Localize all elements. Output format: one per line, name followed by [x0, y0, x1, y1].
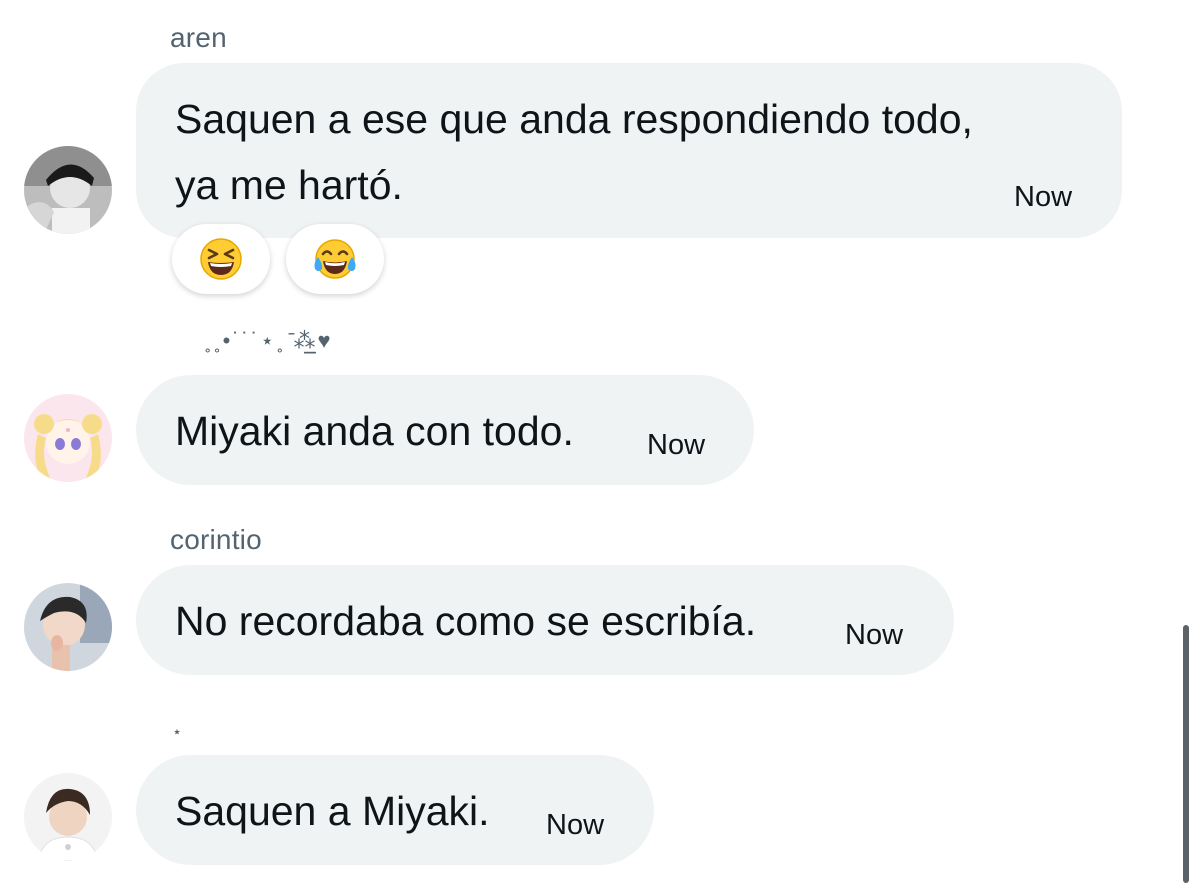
message-timestamp: Now: [647, 429, 706, 461]
message-timestamp: Now: [845, 619, 904, 651]
message-timestamp: Now: [1014, 181, 1073, 213]
message-bubble[interactable]: Saquen a ese que anda respondiendo todo,…: [136, 63, 1122, 238]
avatar[interactable]: [24, 583, 112, 671]
sender-name: aren: [170, 22, 227, 53]
reaction-grinning-squinting[interactable]: [172, 224, 270, 294]
message-text: No recordaba como se escribía.: [175, 598, 757, 644]
message-bubble[interactable]: Miyaki anda con todo. Now: [136, 375, 754, 485]
sender-decoration: ˳˳•˙˙˙⋆˳ ̄⁂̲̲̲̲♥: [204, 328, 333, 353]
message-bubble[interactable]: Saquen a Miyaki. Now: [136, 755, 654, 865]
avatar[interactable]: [24, 394, 112, 482]
message-text-line: Saquen a ese que anda respondiendo todo,: [175, 96, 973, 142]
message-text: Miyaki anda con todo.: [175, 408, 574, 454]
avatar[interactable]: [24, 146, 112, 234]
scrollbar[interactable]: [1183, 625, 1189, 883]
message-text-line: ya me hartó.: [175, 162, 403, 208]
avatar[interactable]: [24, 773, 112, 861]
message-text: Saquen a Miyaki.: [175, 788, 490, 834]
reaction-tears-of-joy[interactable]: [286, 224, 384, 294]
message-timestamp: Now: [546, 809, 605, 841]
face-with-tears-of-joy-icon: [314, 239, 356, 279]
message-bubble[interactable]: No recordaba como se escribía. Now: [136, 565, 954, 675]
sender-decoration: ⋆: [172, 724, 183, 741]
grinning-squinting-face-icon: [200, 238, 242, 280]
sender-name: corintio: [170, 524, 262, 555]
